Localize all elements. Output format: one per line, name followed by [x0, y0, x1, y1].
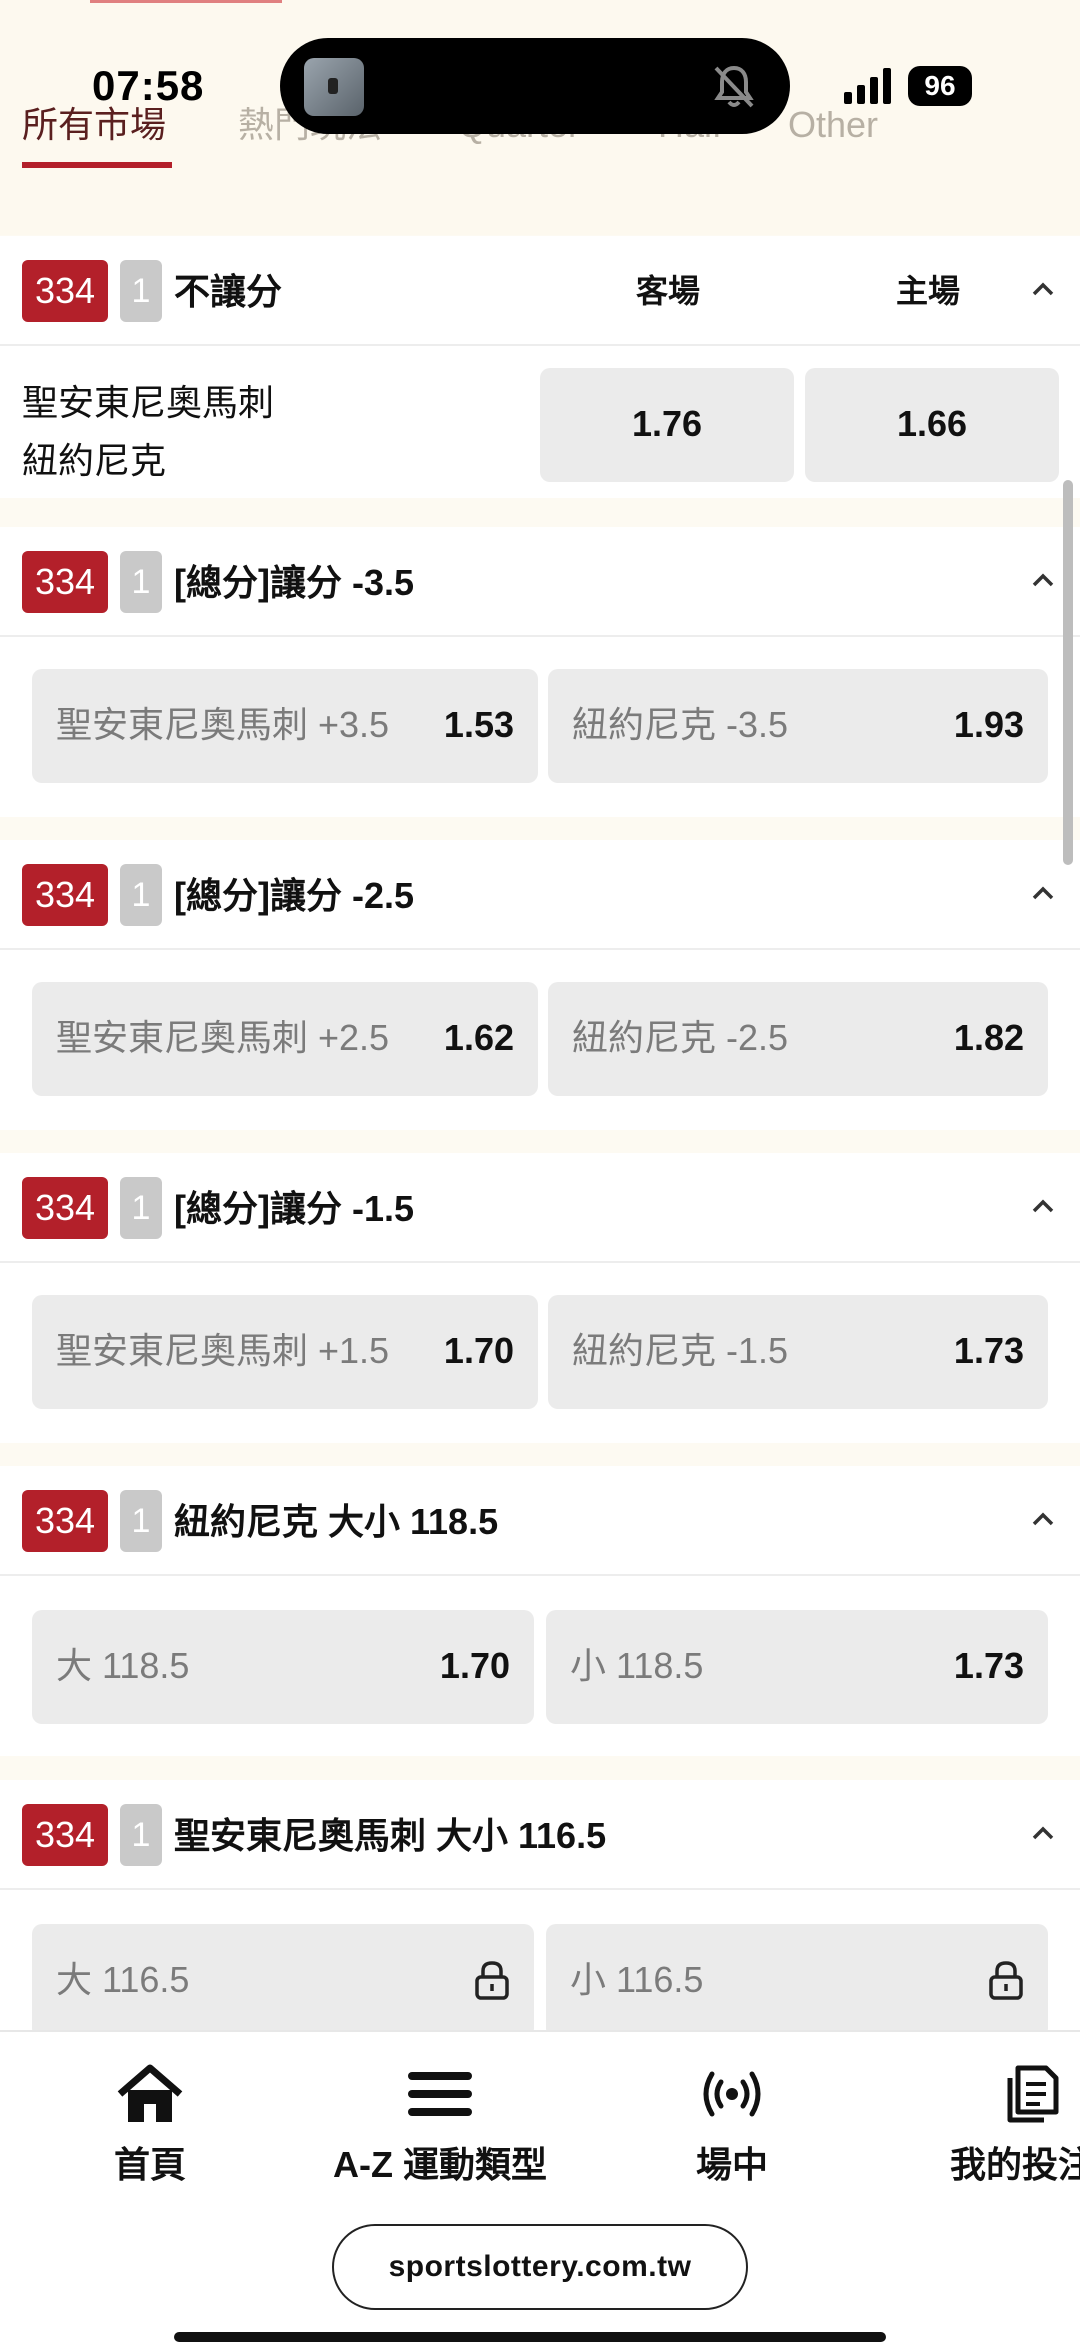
- market-header[interactable]: 334 1 [總分]讓分 -1.5: [0, 1153, 1080, 1263]
- option-label: 紐約尼克 -1.5: [572, 1330, 789, 1371]
- lock-icon: [475, 1961, 509, 2000]
- period-badge: 1: [120, 1490, 162, 1552]
- odd-value: 1.82: [953, 1017, 1024, 1058]
- option-label: 大 116.5: [56, 1959, 190, 2000]
- nav-label: A-Z 運動類型: [333, 2144, 547, 2185]
- nav-label: 場中: [695, 2144, 768, 2185]
- market-header[interactable]: 334 1 聖安東尼奧馬刺 大小 116.5: [0, 1780, 1080, 1890]
- browser-url-bar[interactable]: sportslottery.com.tw: [332, 2224, 748, 2310]
- market-header[interactable]: 334 1 不讓分 客場 主場: [0, 236, 1080, 346]
- dynamic-island: [280, 38, 790, 134]
- market-header[interactable]: 334 1 紐約尼克 大小 118.5: [0, 1466, 1080, 1576]
- chevron-up-icon[interactable]: [1030, 1193, 1056, 1219]
- nav-label: 我的投注: [950, 2144, 1080, 2185]
- option-label: 小 116.5: [570, 1959, 704, 2000]
- event-number-badge: 334: [22, 1804, 108, 1866]
- market-body: 大 118.5 1.70 小 118.5 1.73: [0, 1576, 1080, 1756]
- odd-button-option-1[interactable]: 聖安東尼奧馬刺 +3.5 1.53: [32, 669, 538, 783]
- nav-my-bets[interactable]: 我的投注: [950, 2062, 1080, 2188]
- odd-button-over[interactable]: 大 118.5 1.70: [32, 1610, 534, 1724]
- period-badge: 1: [120, 260, 162, 322]
- period-badge: 1: [120, 551, 162, 613]
- odd-button-away[interactable]: 1.76: [540, 368, 794, 482]
- odd-value: 1.66: [896, 403, 968, 444]
- battery-indicator: 96: [908, 66, 972, 106]
- option-label: 紐約尼克 -3.5: [572, 704, 789, 745]
- market-title: 聖安東尼奧馬刺 大小 116.5: [174, 1815, 607, 1856]
- odd-button-option-1[interactable]: 聖安東尼奧馬刺 +2.5 1.62: [32, 982, 538, 1096]
- market-title: [總分]讓分 -2.5: [174, 875, 415, 916]
- column-home: 主場: [896, 273, 961, 309]
- odd-button-under[interactable]: 小 118.5 1.73: [546, 1610, 1048, 1724]
- odd-button-option-2[interactable]: 紐約尼克 -1.5 1.73: [548, 1295, 1048, 1409]
- odd-button-option-2[interactable]: 紐約尼克 -2.5 1.82: [548, 982, 1048, 1096]
- home-icon: [117, 2064, 183, 2122]
- scrollbar[interactable]: [1063, 480, 1073, 865]
- event-number-badge: 334: [22, 1177, 108, 1239]
- home-indicator[interactable]: [174, 2332, 886, 2342]
- event-number-badge: 334: [22, 864, 108, 926]
- team-away-name: 聖安東尼奧馬刺: [22, 382, 275, 423]
- status-time: 07:58: [92, 62, 205, 109]
- odd-value: 1.73: [953, 1645, 1024, 1686]
- team-home-name: 紐約尼克: [22, 440, 167, 481]
- market-title: [總分]讓分 -3.5: [174, 562, 415, 603]
- odd-value: 1.70: [439, 1645, 510, 1686]
- tab-all-markets[interactable]: 所有市場: [22, 100, 172, 168]
- chevron-up-icon[interactable]: [1030, 1506, 1056, 1532]
- event-number-badge: 334: [22, 551, 108, 613]
- team-names: 聖安東尼奧馬刺 紐約尼克: [22, 374, 274, 490]
- period-badge: 1: [120, 1177, 162, 1239]
- odd-value: 1.70: [443, 1330, 514, 1371]
- column-away: 客場: [636, 273, 701, 309]
- now-playing-artwork: [304, 58, 364, 116]
- market-title: 紐約尼克 大小 118.5: [174, 1501, 499, 1542]
- odd-button-over-locked[interactable]: 大 116.5: [32, 1924, 534, 2030]
- market-body: 聖安東尼奧馬刺 +2.5 1.62 紐約尼克 -2.5 1.82: [0, 950, 1080, 1130]
- nav-home[interactable]: 首頁: [100, 2062, 200, 2188]
- odd-value: 1.73: [953, 1330, 1024, 1371]
- market-body: 聖安東尼奧馬刺 +1.5 1.70 紐約尼克 -1.5 1.73: [0, 1263, 1080, 1443]
- odd-button-under-locked[interactable]: 小 116.5: [546, 1924, 1048, 2030]
- event-number-badge: 334: [22, 1490, 108, 1552]
- bets-copy-icon: [1007, 2065, 1059, 2123]
- nav-az-sports[interactable]: A-Z 運動類型: [330, 2062, 550, 2188]
- odd-button-option-1[interactable]: 聖安東尼奧馬刺 +1.5 1.70: [32, 1295, 538, 1409]
- chevron-up-icon[interactable]: [1030, 276, 1056, 302]
- lock-icon: [989, 1961, 1023, 2000]
- odd-button-home[interactable]: 1.66: [805, 368, 1059, 482]
- signal-icon: [844, 68, 891, 104]
- chevron-up-icon[interactable]: [1030, 567, 1056, 593]
- market-title: [總分]讓分 -1.5: [174, 1188, 415, 1229]
- market-title: 不讓分: [174, 271, 283, 312]
- market-body: 聖安東尼奧馬刺 紐約尼克 1.76 1.66: [0, 346, 1080, 498]
- event-number-badge: 334: [22, 260, 108, 322]
- mute-bell-icon: [714, 65, 754, 108]
- option-label: 聖安東尼奧馬刺 +3.5: [56, 704, 390, 745]
- odd-value: 1.76: [631, 403, 703, 444]
- odd-value: 1.93: [953, 704, 1024, 745]
- option-label: 大 118.5: [56, 1645, 190, 1686]
- live-broadcast-icon: [703, 2071, 761, 2117]
- period-badge: 1: [120, 1804, 162, 1866]
- market-header[interactable]: 334 1 [總分]讓分 -3.5: [0, 527, 1080, 637]
- market-body: 聖安東尼奧馬刺 +3.5 1.53 紐約尼克 -3.5 1.93: [0, 637, 1080, 817]
- market-header[interactable]: 334 1 [總分]讓分 -2.5: [0, 840, 1080, 950]
- option-label: 小 118.5: [570, 1645, 704, 1686]
- period-badge: 1: [120, 864, 162, 926]
- odd-button-option-2[interactable]: 紐約尼克 -3.5 1.93: [548, 669, 1048, 783]
- option-label: 紐約尼克 -2.5: [572, 1017, 789, 1058]
- option-label: 聖安東尼奧馬刺 +2.5: [56, 1017, 390, 1058]
- nav-live[interactable]: 場中: [682, 2062, 782, 2188]
- chevron-up-icon[interactable]: [1030, 880, 1056, 906]
- tab-other[interactable]: Other: [788, 100, 878, 168]
- odd-value: 1.62: [443, 1017, 514, 1058]
- option-label: 聖安東尼奧馬刺 +1.5: [56, 1330, 390, 1371]
- top-accent-line: [90, 0, 282, 3]
- market-body: 大 116.5 小 116.5: [0, 1890, 1080, 2030]
- chevron-up-icon[interactable]: [1030, 1820, 1056, 1846]
- menu-icon: [408, 2072, 472, 2116]
- nav-label: 首頁: [113, 2144, 186, 2185]
- odd-value: 1.53: [443, 704, 514, 745]
